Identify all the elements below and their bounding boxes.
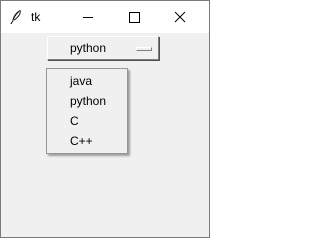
option-menu-button[interactable]: python — [47, 36, 159, 60]
close-icon — [174, 11, 186, 23]
option-menu-value: python — [70, 41, 107, 55]
menu-item-label: python — [70, 94, 107, 108]
menu-item-label: C++ — [70, 134, 93, 148]
option-menu-dropdown: java python C C++ — [46, 68, 128, 154]
menu-item-label: C — [70, 114, 79, 128]
feather-icon — [9, 9, 23, 25]
menu-item-label: java — [70, 74, 93, 88]
menu-item-cpp[interactable]: C++ — [49, 131, 125, 151]
close-button[interactable] — [157, 1, 203, 33]
menu-item-c[interactable]: C — [49, 111, 125, 131]
menu-item-python[interactable]: python — [49, 91, 125, 111]
client-area: python java python C C++ — [1, 33, 209, 237]
title-bar[interactable]: tk — [1, 1, 209, 33]
maximize-icon — [129, 12, 140, 23]
window-title: tk — [31, 10, 41, 24]
minimize-icon — [83, 17, 93, 18]
tk-window: tk python java python C C++ — [0, 0, 210, 238]
maximize-button[interactable] — [111, 1, 157, 33]
menu-item-java[interactable]: java — [49, 71, 125, 91]
option-menu-indicator-icon — [136, 47, 152, 51]
minimize-button[interactable] — [65, 1, 111, 33]
